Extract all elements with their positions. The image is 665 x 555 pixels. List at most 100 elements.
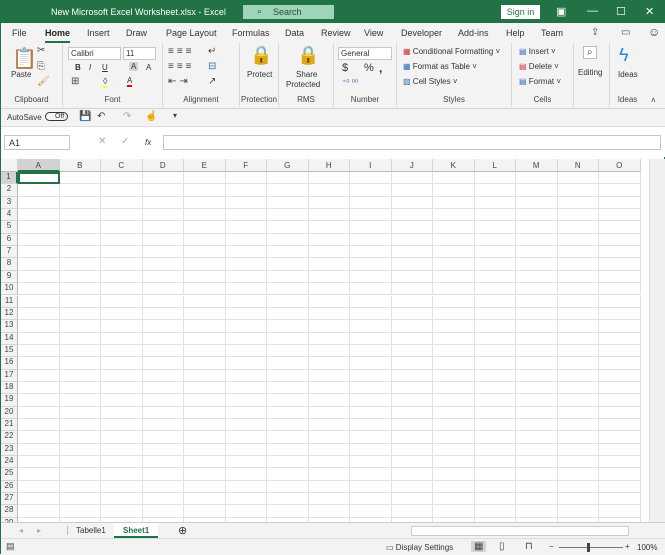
worksheet-grid[interactable]: A B C D E F G H I J K L M N O 1 2 3 4 5 6 7 8 9 10 11 12 13 14 15 16 17… [1, 159, 649, 522]
cell[interactable] [350, 505, 392, 518]
cell[interactable] [225, 431, 267, 444]
cell[interactable] [101, 184, 143, 197]
cell[interactable] [225, 493, 267, 506]
cell[interactable] [101, 307, 143, 321]
cell[interactable] [391, 221, 433, 234]
cell[interactable] [599, 209, 641, 222]
cell[interactable] [350, 172, 392, 185]
tab-view[interactable]: View [364, 28, 383, 38]
cell[interactable] [142, 431, 184, 444]
cell[interactable] [59, 295, 101, 308]
cell[interactable] [391, 283, 433, 296]
cell[interactable] [18, 357, 60, 370]
cell[interactable] [142, 307, 184, 321]
wrap-text-icon[interactable]: ↵ [208, 46, 216, 57]
column-header[interactable]: G [267, 159, 309, 172]
cell[interactable] [474, 209, 516, 222]
cell[interactable] [59, 270, 101, 284]
cell[interactable] [391, 172, 433, 185]
cell[interactable] [350, 295, 392, 308]
undo-icon[interactable]: ↶ [97, 111, 105, 122]
close-button[interactable]: ✕ [645, 5, 654, 18]
next-sheet-icon[interactable]: ▸ [37, 526, 41, 535]
orientation-icon[interactable]: ↗ [208, 76, 216, 87]
cell[interactable] [516, 493, 558, 506]
insert-cells-button[interactable]: ▤ Insert ˅ [519, 47, 556, 56]
enter-icon[interactable]: ✓ [121, 136, 129, 147]
tab-formulas[interactable]: Formulas [232, 28, 270, 38]
cell[interactable] [557, 443, 599, 457]
tab-page-layout[interactable]: Page Layout [166, 28, 217, 38]
cell[interactable] [184, 283, 226, 296]
cell[interactable] [350, 246, 392, 259]
cell[interactable] [433, 221, 475, 234]
cell[interactable] [18, 246, 60, 259]
cell[interactable] [516, 221, 558, 234]
borders-icon[interactable]: ⊞ [71, 76, 79, 87]
cell[interactable] [516, 196, 558, 210]
cell[interactable] [350, 221, 392, 234]
sheet-tab-sheet1[interactable]: Sheet1 [114, 523, 159, 538]
cell[interactable] [267, 431, 309, 444]
cell[interactable] [557, 369, 599, 382]
cell[interactable] [225, 320, 267, 333]
cell[interactable] [59, 233, 101, 247]
cell[interactable] [59, 493, 101, 506]
cell[interactable] [433, 209, 475, 222]
cell[interactable] [308, 246, 350, 259]
cell[interactable] [474, 369, 516, 382]
cell[interactable] [350, 258, 392, 271]
cell[interactable] [433, 295, 475, 308]
cell[interactable] [557, 394, 599, 407]
cell[interactable] [267, 233, 309, 247]
cell[interactable] [184, 431, 226, 444]
cell[interactable] [474, 172, 516, 185]
column-header[interactable]: F [225, 159, 267, 172]
row-header[interactable]: 17 [1, 369, 18, 382]
cell[interactable] [267, 246, 309, 259]
cell[interactable] [433, 258, 475, 271]
cell[interactable] [184, 344, 226, 358]
cell[interactable] [474, 456, 516, 469]
cell[interactable] [184, 258, 226, 271]
cell[interactable] [350, 468, 392, 481]
cell[interactable] [308, 270, 350, 284]
cell[interactable] [59, 480, 101, 494]
cell[interactable] [391, 443, 433, 457]
cell[interactable] [225, 184, 267, 197]
cell[interactable] [516, 419, 558, 432]
row-header[interactable]: 2 [1, 184, 18, 197]
column-header[interactable]: K [433, 159, 475, 172]
cell[interactable] [391, 431, 433, 444]
cell[interactable] [267, 480, 309, 494]
row-header[interactable]: 9 [1, 270, 18, 284]
cell[interactable] [225, 233, 267, 247]
cell[interactable] [557, 196, 599, 210]
column-header[interactable]: I [350, 159, 392, 172]
cell[interactable] [516, 431, 558, 444]
column-header[interactable]: B [59, 159, 101, 172]
cell[interactable] [184, 443, 226, 457]
cell[interactable] [308, 344, 350, 358]
cell[interactable] [391, 332, 433, 345]
cell[interactable] [391, 381, 433, 395]
cell[interactable] [599, 456, 641, 469]
cell[interactable] [18, 332, 60, 345]
zoom-level[interactable]: 100% [637, 543, 657, 552]
row-header[interactable]: 5 [1, 221, 18, 234]
cell[interactable] [142, 196, 184, 210]
cell[interactable] [101, 419, 143, 432]
share-protected-button[interactable]: Protected [286, 80, 320, 89]
cell[interactable] [184, 394, 226, 407]
row-header[interactable]: 20 [1, 406, 18, 419]
cell[interactable] [59, 406, 101, 419]
tab-draw[interactable]: Draw [126, 28, 147, 38]
cell[interactable] [308, 406, 350, 419]
cell[interactable] [184, 196, 226, 210]
cell[interactable] [557, 431, 599, 444]
row-header[interactable]: 16 [1, 357, 18, 370]
cell[interactable] [308, 172, 350, 185]
cell[interactable] [516, 344, 558, 358]
cell[interactable] [142, 172, 184, 185]
cell[interactable] [101, 468, 143, 481]
